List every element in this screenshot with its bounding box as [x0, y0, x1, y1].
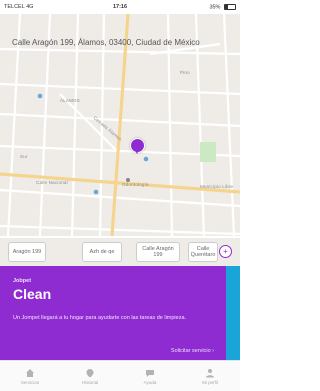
- address-text: Calle Aragón 199, Álamos, 03400, Ciudad …: [12, 37, 200, 47]
- saved-addresses: Aragón 199 Azh de qe Calle Aragón 199 Ca…: [0, 238, 240, 266]
- tab-help[interactable]: Ayuda: [120, 361, 180, 391]
- add-address-icon[interactable]: +: [219, 245, 232, 258]
- address-chip[interactable]: Calle Aragón 199: [136, 242, 180, 262]
- service-card[interactable]: Jobpet Clean Un Jompet llegará a tu hoga…: [0, 266, 226, 360]
- service-title: Clean: [13, 286, 52, 302]
- battery-indicator: 35%: [159, 3, 236, 11]
- tab-profile[interactable]: Mi perfil: [180, 361, 240, 391]
- tab-label: Ayuda: [143, 379, 157, 385]
- service-description: Un Jompet llegará a tu hogar para ayudar…: [13, 315, 187, 321]
- tab-services[interactable]: Servicios: [0, 361, 60, 391]
- tab-label: Mi perfil: [202, 379, 218, 385]
- map-label: Calle Nacional: [36, 180, 68, 185]
- battery-percent-label: 35%: [209, 4, 221, 11]
- address-chip[interactable]: Azh de qe: [82, 242, 122, 262]
- chat-icon: [145, 368, 155, 378]
- request-service-button[interactable]: Solicitar servicio ›: [171, 348, 214, 354]
- address-bar[interactable]: Calle Aragón 199, Álamos, 03400, Ciudad …: [8, 34, 232, 50]
- user-icon: [205, 368, 215, 378]
- next-service-card[interactable]: [226, 266, 240, 360]
- tab-label: Historial: [81, 379, 99, 385]
- history-icon: [85, 368, 95, 378]
- brand-label: Jobpet: [13, 278, 32, 284]
- map-label: Pino: [180, 70, 190, 75]
- clock-label: 17:16: [112, 4, 128, 10]
- tab-history[interactable]: Historial: [60, 361, 120, 391]
- map-label: Odontología: [122, 182, 149, 187]
- tab-bar: Servicios Historial Ayuda Mi perfil: [0, 360, 240, 391]
- location-pin-icon[interactable]: [130, 138, 145, 154]
- battery-icon: [223, 3, 236, 10]
- tab-label: Servicios: [20, 379, 40, 385]
- address-chip[interactable]: Aragón 199: [8, 242, 46, 262]
- carrier-label: TELCEL 4G: [4, 4, 34, 10]
- status-bar: TELCEL 4G 17:16 35%: [0, 0, 240, 14]
- home-icon: [25, 368, 35, 378]
- map-label: Municipio Libre: [200, 184, 234, 189]
- map-label: ÁLAMOS: [60, 98, 80, 103]
- map-view[interactable]: Calle Aragón 199, Álamos, 03400, Ciudad …: [0, 14, 240, 236]
- map-label: Sur: [20, 154, 28, 159]
- address-chip[interactable]: Calle Querétaro: [188, 242, 218, 262]
